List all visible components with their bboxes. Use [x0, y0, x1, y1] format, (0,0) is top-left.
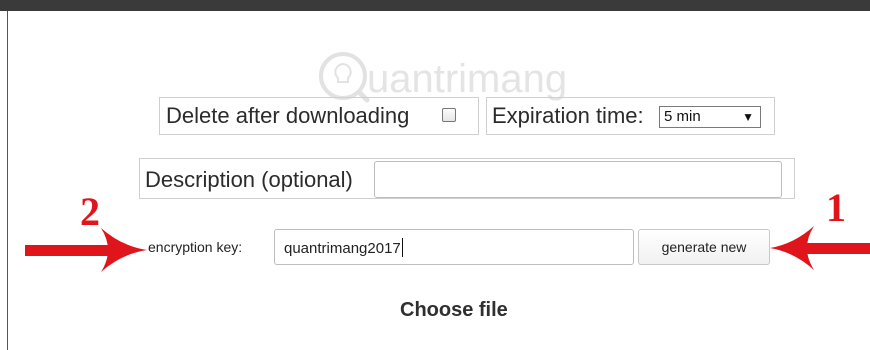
- delete-after-checkbox[interactable]: [442, 108, 456, 122]
- lightbulb-icon: [334, 62, 352, 83]
- expiration-label: Expiration time:: [492, 103, 644, 128]
- left-arrow-shaft: [806, 243, 870, 254]
- left-arrow-icon: [770, 226, 870, 270]
- window-left-border: [7, 11, 8, 350]
- right-arrow-icon: [25, 228, 147, 272]
- watermark-circle: [319, 52, 367, 100]
- encryption-key-value: quantrimang2017: [284, 240, 401, 257]
- encryption-key-input[interactable]: quantrimang2017: [274, 229, 634, 265]
- window-top-bar: [0, 0, 870, 11]
- expiration-select[interactable]: 5 min ▼: [659, 106, 761, 128]
- choose-file-button[interactable]: Choose file: [400, 299, 508, 322]
- text-caret: [401, 238, 403, 257]
- chevron-down-icon: ▼: [742, 110, 754, 124]
- encryption-key-label: encryption key:: [148, 239, 243, 255]
- watermark-text: uantrimang: [367, 57, 567, 101]
- right-arrow-shaft: [25, 245, 109, 256]
- description-input[interactable]: [374, 161, 782, 198]
- delete-after-label: Delete after downloading: [166, 103, 410, 128]
- generate-new-button[interactable]: generate new: [638, 229, 770, 265]
- annotation-marker-1: 1: [826, 185, 846, 230]
- description-label: Description (optional): [145, 167, 353, 192]
- expiration-selected-value: 5 min: [664, 108, 701, 125]
